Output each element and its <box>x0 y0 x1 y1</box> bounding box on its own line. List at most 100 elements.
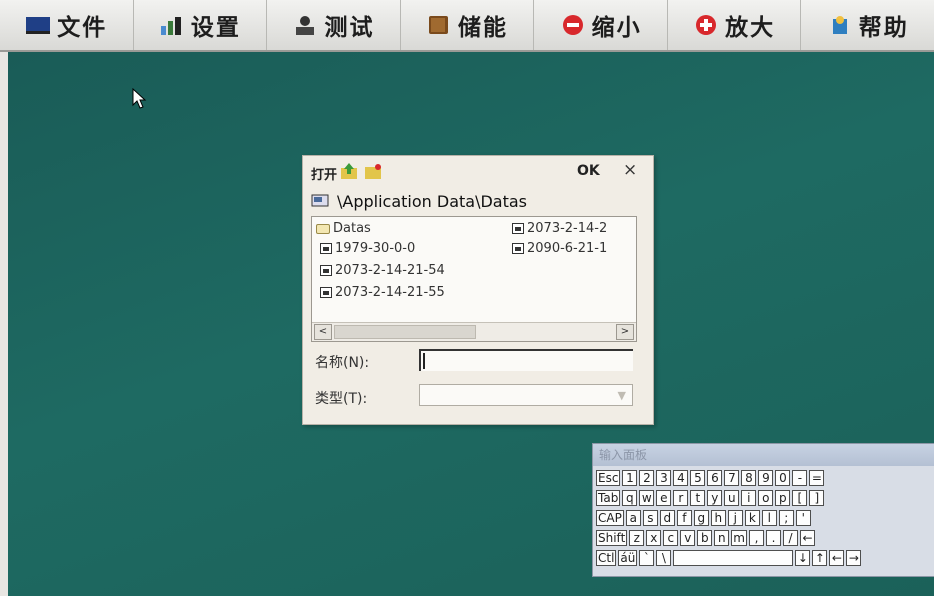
scroll-left-icon[interactable]: < <box>314 324 332 340</box>
list-item[interactable]: 2073-2-14-2 <box>512 221 632 236</box>
keyboard-row: Shift z x c v b n m,. / ← <box>596 530 815 546</box>
list-item[interactable]: 2073-2-14-21-54 <box>320 263 445 278</box>
toolbar-storage-button[interactable]: 储能 <box>401 0 535 50</box>
key[interactable]: 8 <box>741 470 757 486</box>
key[interactable]: Tab <box>596 490 621 506</box>
key[interactable]: CAP <box>596 510 624 526</box>
key[interactable]: \ <box>656 550 672 566</box>
keyboard-row: Ctl áü ` \ ↓ ↑ ← → <box>596 550 862 566</box>
key[interactable]: ↑ <box>812 550 828 566</box>
key[interactable]: áü <box>618 550 638 566</box>
key[interactable]: ← <box>799 530 815 546</box>
key[interactable]: Shift <box>596 530 628 546</box>
toolbar-zoom-out-button[interactable]: 缩小 <box>534 0 668 50</box>
key[interactable]: ← <box>829 550 845 566</box>
key[interactable]: [ <box>792 490 808 506</box>
key[interactable]: l <box>761 510 777 526</box>
keyboard-row: Esc 1 2 3 4 5 6 7 8 9 0- = <box>596 470 825 486</box>
key[interactable]: 0 <box>775 470 791 486</box>
key[interactable]: 6 <box>707 470 723 486</box>
key[interactable]: k <box>744 510 760 526</box>
ok-button[interactable]: OK <box>577 163 600 179</box>
key[interactable]: Ctl <box>596 550 617 566</box>
key[interactable]: 3 <box>656 470 672 486</box>
key[interactable]: - <box>792 470 808 486</box>
key[interactable]: / <box>782 530 798 546</box>
name-input[interactable] <box>419 349 633 371</box>
chart-icon <box>159 14 185 36</box>
key[interactable]: e <box>656 490 672 506</box>
key[interactable]: 4 <box>673 470 689 486</box>
key[interactable]: d <box>659 510 675 526</box>
top-toolbar: 文件 设置 测试 储能 缩小 放大 帮助 <box>0 0 934 52</box>
toolbar-test-label: 测试 <box>324 14 375 41</box>
chevron-down-icon: ▼ <box>617 389 626 402</box>
list-item[interactable]: 2073-2-14-21-55 <box>320 285 445 300</box>
key[interactable]: 7 <box>724 470 740 486</box>
key[interactable]: ` <box>639 550 655 566</box>
screen: 文件 设置 测试 储能 缩小 放大 帮助 打开 OK × \Applicatio… <box>0 0 934 596</box>
key[interactable]: u <box>724 490 740 506</box>
file-icon <box>320 265 332 276</box>
key[interactable]: t <box>690 490 706 506</box>
monitor-icon <box>25 14 51 36</box>
key[interactable]: a <box>625 510 641 526</box>
type-select[interactable]: ▼ <box>419 384 633 406</box>
key[interactable]: n <box>714 530 730 546</box>
key[interactable]: o <box>758 490 774 506</box>
key[interactable]: ↓ <box>795 550 811 566</box>
key[interactable]: = <box>809 470 825 486</box>
key[interactable]: j <box>727 510 743 526</box>
key[interactable]: 1 <box>622 470 638 486</box>
key[interactable]: r <box>673 490 689 506</box>
key[interactable]: h <box>710 510 726 526</box>
list-item[interactable]: 1979-30-0-0 <box>320 241 415 256</box>
key[interactable]: . <box>765 530 781 546</box>
key[interactable]: b <box>697 530 713 546</box>
scrollbar-thumb[interactable] <box>334 325 476 339</box>
new-folder-icon[interactable] <box>363 162 383 180</box>
key[interactable]: ' <box>795 510 811 526</box>
text-caret <box>423 353 425 369</box>
key[interactable] <box>673 550 794 566</box>
key[interactable]: ; <box>778 510 794 526</box>
key[interactable]: g <box>693 510 709 526</box>
key[interactable]: z <box>629 530 645 546</box>
key[interactable]: p <box>775 490 791 506</box>
toolbar-file-button[interactable]: 文件 <box>0 0 134 50</box>
key[interactable]: 5 <box>690 470 706 486</box>
horizontal-scrollbar[interactable]: < > <box>312 322 636 341</box>
path-bar: \Application Data\Datas <box>311 192 527 211</box>
key[interactable]: , <box>748 530 764 546</box>
file-icon <box>512 243 524 254</box>
toolbar-zoom-out-label: 缩小 <box>591 14 642 41</box>
toolbar-help-button[interactable]: 帮助 <box>801 0 934 50</box>
toolbar-settings-button[interactable]: 设置 <box>134 0 268 50</box>
list-item[interactable]: 2090-6-21-1 <box>512 241 632 256</box>
key[interactable]: q <box>622 490 638 506</box>
plus-circle-icon <box>693 14 719 36</box>
key[interactable]: 9 <box>758 470 774 486</box>
key[interactable]: 2 <box>639 470 655 486</box>
key[interactable]: ] <box>809 490 825 506</box>
key[interactable]: f <box>676 510 692 526</box>
key[interactable]: w <box>639 490 655 506</box>
open-file-dialog: 打开 OK × \Application Data\Datas Datas 19… <box>302 155 654 425</box>
folder-up-icon[interactable] <box>339 162 359 180</box>
scroll-right-icon[interactable]: > <box>616 324 634 340</box>
key[interactable]: s <box>642 510 658 526</box>
list-item-folder[interactable]: Datas <box>316 221 371 236</box>
key[interactable]: y <box>707 490 723 506</box>
key[interactable]: v <box>680 530 696 546</box>
toolbar-zoom-in-button[interactable]: 放大 <box>668 0 802 50</box>
key[interactable]: Esc <box>596 470 621 486</box>
toolbar-test-button[interactable]: 测试 <box>267 0 401 50</box>
key[interactable]: m <box>731 530 747 546</box>
key[interactable]: i <box>741 490 757 506</box>
file-list[interactable]: Datas 1979-30-0-0 2073-2-14-21-54 2073-2… <box>311 216 637 342</box>
toolbar-settings-label: 设置 <box>190 14 241 41</box>
key[interactable]: c <box>663 530 679 546</box>
key[interactable]: → <box>846 550 862 566</box>
key[interactable]: x <box>646 530 662 546</box>
close-button[interactable]: × <box>623 160 637 180</box>
